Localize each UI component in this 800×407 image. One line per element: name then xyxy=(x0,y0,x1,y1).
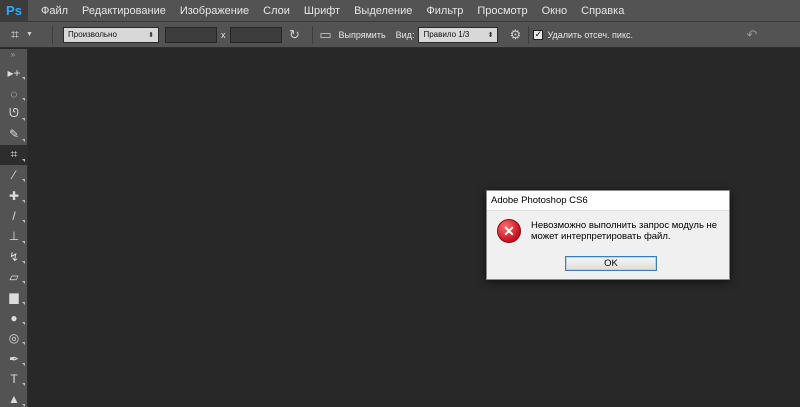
flyout-indicator xyxy=(22,322,25,326)
divider xyxy=(311,25,313,44)
lasso-tool[interactable]: ᘎ xyxy=(0,104,28,124)
flyout-indicator xyxy=(22,403,25,407)
blur-icon: ● xyxy=(10,310,18,325)
straighten-label[interactable]: Выпрямить xyxy=(339,30,386,40)
tool-preset-picker[interactable]: ⌗ ▼ xyxy=(4,25,48,45)
gradient-icon: ▆ xyxy=(9,290,19,305)
dimension-separator: x xyxy=(221,29,226,40)
ratio-preset-value: Произвольно xyxy=(68,30,117,39)
overlay-view-select[interactable]: Правило 1/3 ⬍ xyxy=(418,26,499,43)
flyout-indicator xyxy=(22,158,25,162)
flyout-indicator xyxy=(22,199,25,203)
dialog-title: Adobe Photoshop CS6 xyxy=(487,191,729,211)
menu-view[interactable]: Просмотр xyxy=(470,0,534,22)
reset-icon[interactable]: ↶ xyxy=(743,27,761,43)
eyedropper-icon: ⁄ xyxy=(12,168,15,183)
healing-brush-icon: ✚ xyxy=(8,188,20,203)
move-tool[interactable]: ▸+ xyxy=(0,63,28,83)
flyout-indicator xyxy=(22,383,25,387)
move-icon: ▸+ xyxy=(7,66,21,81)
flyout-indicator xyxy=(22,179,25,183)
delete-cropped-label[interactable]: Удалить отсеч. пикс. xyxy=(547,30,633,40)
divider xyxy=(528,25,530,44)
ratio-preset-select[interactable]: Произвольно ⬍ xyxy=(63,26,159,43)
type-tool[interactable]: T xyxy=(0,369,28,389)
photoshop-window: Ps Файл Редактирование Изображение Слои … xyxy=(0,0,800,407)
flyout-indicator xyxy=(22,342,25,346)
menu-filter[interactable]: Фильтр xyxy=(419,0,470,22)
menu-file[interactable]: Файл xyxy=(34,0,75,22)
type-icon: T xyxy=(10,372,18,387)
flyout-indicator xyxy=(22,97,25,101)
clone-stamp-icon: ⊥ xyxy=(8,229,20,244)
flyout-indicator xyxy=(22,220,25,224)
pen-icon: ✒ xyxy=(8,351,20,366)
menu-type[interactable]: Шрифт xyxy=(297,0,347,22)
chevron-down-icon: ▼ xyxy=(26,31,33,38)
marquee-tool[interactable]: ◌ xyxy=(0,83,28,103)
eraser-tool[interactable]: ▱ xyxy=(0,267,28,287)
menu-help[interactable]: Справка xyxy=(574,0,631,22)
flyout-indicator xyxy=(22,77,25,81)
history-brush-icon: ↯ xyxy=(8,249,20,264)
flyout-indicator xyxy=(22,138,25,142)
dodge-icon: ◎ xyxy=(8,331,20,346)
crop-tool[interactable]: ⌗ xyxy=(0,144,28,165)
divider xyxy=(52,25,53,44)
menu-window[interactable]: Окно xyxy=(535,0,575,22)
crop-icon: ⌗ xyxy=(11,26,19,42)
panel-grip[interactable]: » xyxy=(0,49,27,63)
brush-tool[interactable]: / xyxy=(0,206,28,226)
menu-layer[interactable]: Слои xyxy=(256,0,297,22)
swap-icon[interactable]: ↻ xyxy=(286,27,304,43)
crop-icon: ⌗ xyxy=(10,147,18,162)
dodge-tool[interactable]: ◎ xyxy=(0,328,28,348)
flyout-indicator xyxy=(22,362,25,366)
straighten-icon[interactable]: ▭ xyxy=(317,27,335,43)
flyout-indicator xyxy=(22,281,25,285)
crop-width-field[interactable] xyxy=(165,26,217,43)
menu-edit[interactable]: Редактирование xyxy=(75,0,173,22)
crop-height-field[interactable] xyxy=(229,26,282,43)
delete-cropped-checkbox[interactable]: ✓ xyxy=(533,29,544,40)
clone-stamp-tool[interactable]: ⊥ xyxy=(0,226,28,246)
tool-list: ▸+ ◌ ᘎ ✎ ⌗ ⁄ ✚ / ⊥ ↯ ▱ ▆ ● ◎ ✒ T ▲ xyxy=(0,63,28,407)
error-icon: ✕ xyxy=(497,219,521,243)
error-dialog: Adobe Photoshop CS6 ✕ Невозможно выполни… xyxy=(486,190,730,280)
menu-select[interactable]: Выделение xyxy=(347,0,419,22)
path-select-tool[interactable]: ▲ xyxy=(0,389,28,407)
history-brush-tool[interactable]: ↯ xyxy=(0,247,28,267)
flyout-indicator xyxy=(22,301,25,305)
view-label: Вид: xyxy=(395,29,415,40)
app-logo: Ps xyxy=(0,0,28,22)
blur-tool[interactable]: ● xyxy=(0,308,28,328)
healing-brush-tool[interactable]: ✚ xyxy=(0,185,28,205)
eraser-icon: ▱ xyxy=(9,270,19,285)
updown-icon: ⬍ xyxy=(148,31,154,39)
options-bar: ⌗ ▼ Произвольно ⬍ x ↻ ▭ Выпрямить Вид: П… xyxy=(0,22,800,48)
updown-icon: ⬍ xyxy=(487,31,494,39)
tools-panel: » ▸+ ◌ ᘎ ✎ ⌗ ⁄ ✚ / ⊥ ↯ ▱ ▆ ● ◎ ✒ T ▲ xyxy=(0,49,28,407)
ok-button[interactable]: OK xyxy=(565,256,657,271)
brush-icon: / xyxy=(12,208,16,223)
error-message: Невозможно выполнить запрос модуль не мо… xyxy=(531,220,718,242)
flyout-indicator xyxy=(22,240,25,244)
flyout-indicator xyxy=(22,118,25,122)
menu-bar: Ps Файл Редактирование Изображение Слои … xyxy=(0,0,800,22)
overlay-view-value: Правило 1/3 xyxy=(423,30,470,39)
gear-icon[interactable]: ⚙ xyxy=(506,27,524,43)
menu-image[interactable]: Изображение xyxy=(173,0,256,22)
quick-select-tool[interactable]: ✎ xyxy=(0,124,28,144)
quick-select-icon: ✎ xyxy=(8,127,20,142)
eyedropper-tool[interactable]: ⁄ xyxy=(0,165,28,185)
path-select-icon: ▲ xyxy=(8,392,20,407)
flyout-indicator xyxy=(22,260,25,264)
lasso-icon: ᘎ xyxy=(9,106,19,121)
dialog-body: ✕ Невозможно выполнить запрос модуль не … xyxy=(487,211,729,280)
pen-tool[interactable]: ✒ xyxy=(0,348,28,368)
marquee-icon: ◌ xyxy=(10,86,18,101)
gradient-tool[interactable]: ▆ xyxy=(0,287,28,307)
